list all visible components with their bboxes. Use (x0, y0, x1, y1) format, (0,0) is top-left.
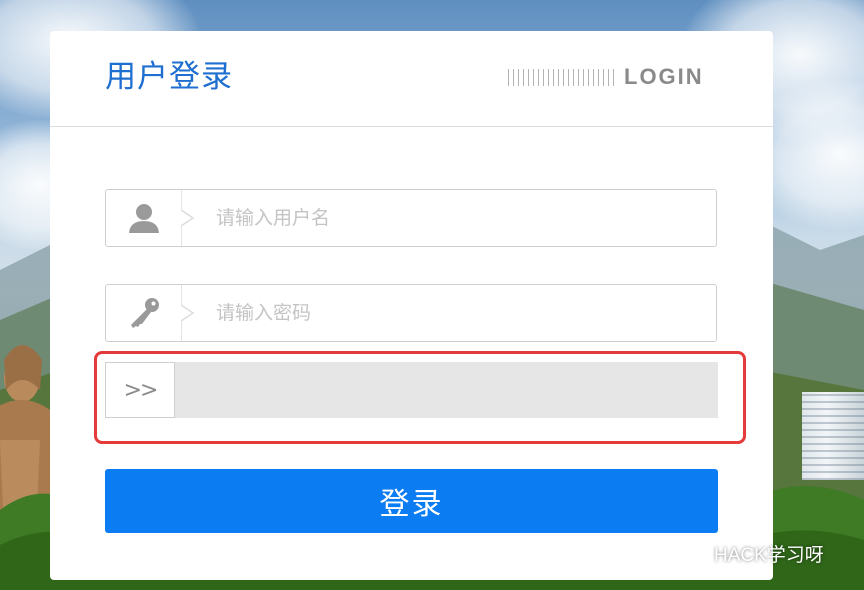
login-header-mark: LOGIN (508, 64, 704, 89)
wechat-icon (678, 540, 708, 564)
username-field[interactable] (105, 189, 717, 247)
watermark-text: HACK学习呀 (714, 544, 824, 566)
password-field[interactable] (105, 284, 717, 342)
username-input[interactable] (216, 204, 696, 232)
password-input[interactable] (216, 299, 696, 327)
user-icon (106, 190, 181, 246)
page-title: 用户登录 (105, 59, 233, 95)
field-separator (181, 285, 195, 341)
field-separator (181, 190, 195, 246)
double-chevron-right-icon: >> (123, 377, 159, 403)
panel-header: 用户登录 LOGIN (50, 31, 773, 127)
login-decorative-bars (508, 68, 618, 86)
login-button[interactable]: 登录 (105, 469, 718, 533)
key-icon (106, 285, 181, 341)
slider-captcha-track[interactable] (105, 362, 718, 418)
watermark: HACK学习呀 (678, 538, 824, 568)
login-header-text: LOGIN (624, 64, 704, 89)
slider-captcha-handle[interactable]: >> (105, 362, 175, 418)
